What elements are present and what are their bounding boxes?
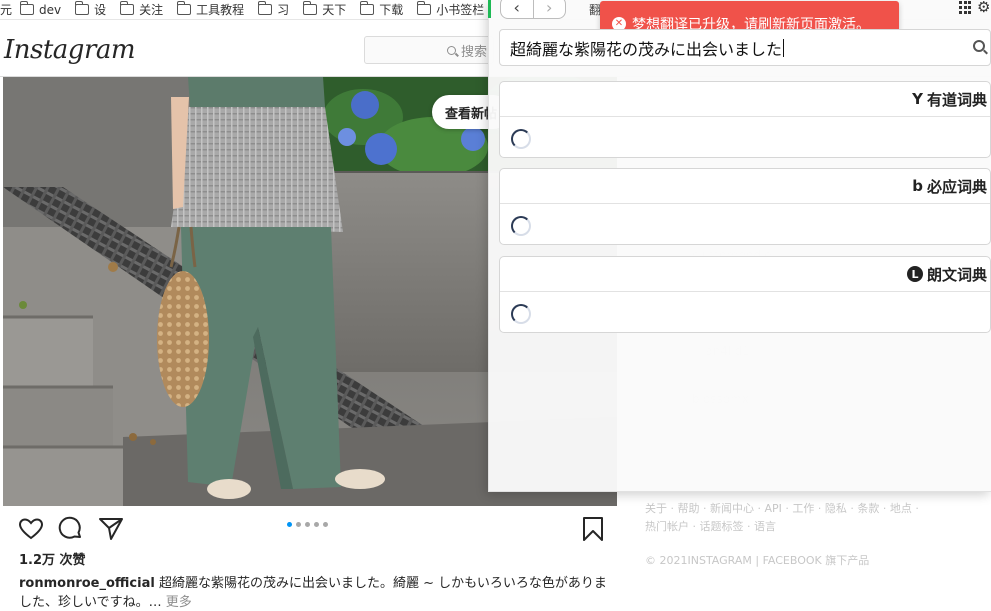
- bookmark-label: 关注: [139, 3, 164, 17]
- folder-icon: [74, 1, 90, 15]
- youdao-logo-icon: Y: [912, 90, 923, 108]
- folder-icon: [257, 1, 273, 15]
- bookmark-folder[interactable]: 小书签栏: [416, 0, 485, 19]
- carousel-dot-active: [287, 522, 292, 527]
- apps-grid-icon[interactable]: [959, 1, 972, 14]
- bookmark-folder[interactable]: 下载: [359, 0, 404, 19]
- folder-icon: [359, 1, 375, 15]
- bookmark-label: 习: [277, 3, 290, 17]
- dict-name: 必应词典: [926, 177, 987, 196]
- search-icon[interactable]: [973, 40, 985, 52]
- like-heart-icon[interactable]: [18, 516, 44, 542]
- translator-popup: [488, 0, 991, 492]
- carousel-dot: [323, 522, 328, 527]
- extension-tab-indicator: [488, 0, 491, 18]
- dict-name: 朗文词典: [926, 265, 987, 284]
- back-arrow-icon[interactable]: ‹: [501, 0, 533, 18]
- forward-arrow-icon[interactable]: ›: [532, 0, 566, 18]
- bookmark-folder[interactable]: 关注: [119, 0, 164, 19]
- bookmark-folder[interactable]: 设: [74, 0, 107, 19]
- bookmark-label: 小书签栏: [436, 3, 485, 17]
- bookmark-folder[interactable]: dev: [19, 0, 62, 19]
- dict-panel-youdao: Y 有道词典: [499, 81, 991, 158]
- carousel-dot: [305, 522, 310, 527]
- bookmark-label: dev: [39, 2, 62, 17]
- like-count[interactable]: 1.2万 次赞: [19, 549, 86, 568]
- loading-spinner-icon: [511, 216, 531, 236]
- comment-icon[interactable]: [58, 516, 84, 542]
- bookmark-label: 下载: [379, 3, 404, 17]
- search-placeholder: 搜索: [460, 44, 487, 60]
- folder-icon: [119, 1, 135, 15]
- history-nav: ‹ ›: [500, 0, 566, 19]
- settings-gear-icon[interactable]: ⚙: [977, 0, 990, 16]
- footer-links-line[interactable]: 关于 · 帮助 · 新闻中心 · API · 工作 · 隐私 · 条款 · 地点…: [645, 500, 945, 518]
- text-caret: [783, 38, 785, 57]
- caption-more-link[interactable]: 更多: [162, 595, 192, 610]
- bookmark-folder[interactable]: 习: [257, 0, 290, 19]
- dict-name: 有道词典: [926, 90, 987, 109]
- dict-panel-bing: b 必应词典: [499, 168, 991, 245]
- longman-logo-icon: L: [906, 266, 923, 282]
- loading-spinner-icon: [511, 129, 531, 149]
- bing-logo-icon: b: [912, 177, 923, 195]
- instagram-logo[interactable]: Instagram: [4, 35, 136, 65]
- dict-header[interactable]: b 必应词典: [500, 169, 990, 204]
- share-icon[interactable]: [98, 516, 124, 542]
- carousel-indicator: [287, 522, 328, 527]
- carousel-dot: [296, 522, 301, 527]
- folder-icon: [416, 1, 432, 15]
- loading-spinner-icon: [511, 304, 531, 324]
- translate-query-input[interactable]: 超綺麗な紫陽花の茂みに出会いました: [499, 29, 991, 66]
- footer-links-line[interactable]: 热门帐户 · 话题标签 · 语言: [645, 518, 945, 536]
- bookmark-label: 工具教程: [196, 3, 245, 17]
- query-text: 超綺麗な紫陽花の茂みに出会いました: [510, 39, 783, 59]
- caption-username[interactable]: ronmonroe_official: [19, 576, 155, 591]
- bookmark-label: 设: [94, 3, 107, 17]
- dict-header[interactable]: Y 有道词典: [500, 82, 990, 117]
- bookmark-item[interactable]: 元: [0, 0, 12, 19]
- search-input[interactable]: 搜索: [364, 36, 494, 64]
- carousel-dot: [314, 522, 319, 527]
- bookmark-label: 天下: [322, 3, 347, 17]
- post-actions: [18, 516, 608, 544]
- dict-header[interactable]: L 朗文词典: [500, 257, 990, 292]
- search-icon: [446, 45, 456, 55]
- bookmark-folder[interactable]: 工具教程: [176, 0, 245, 19]
- post-caption: ronmonroe_official 超綺麗な紫陽花の茂みに出会いました。綺麗 …: [19, 574, 609, 611]
- bookmark-folder[interactable]: 天下: [302, 0, 347, 19]
- folder-icon: [19, 1, 35, 15]
- folder-icon: [176, 1, 192, 15]
- dict-panel-longman: L 朗文词典: [499, 256, 991, 333]
- bookmark-save-icon[interactable]: [580, 516, 606, 542]
- copyright: © 2021INSTAGRAM | FACEBOOK 旗下产品: [645, 554, 870, 567]
- footer-links: 关于 · 帮助 · 新闻中心 · API · 工作 · 隐私 · 条款 · 地点…: [645, 500, 945, 536]
- folder-icon: [302, 1, 318, 15]
